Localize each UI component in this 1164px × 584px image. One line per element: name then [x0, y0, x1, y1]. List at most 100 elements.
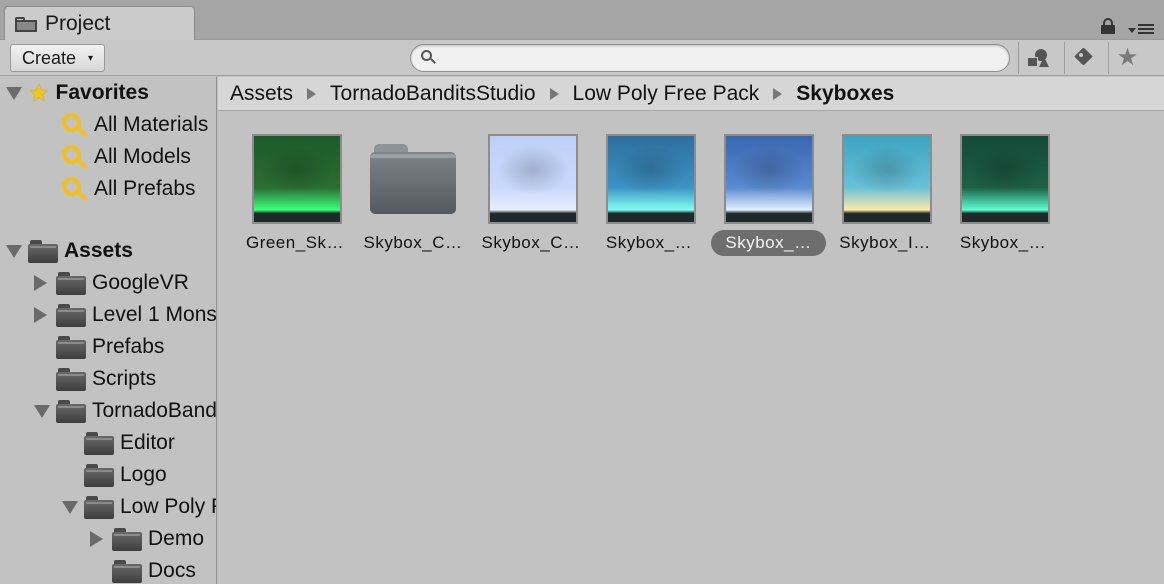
favorites-star-icon: ★	[28, 79, 50, 107]
tree-item-label: All Prefabs	[94, 177, 196, 200]
tree-item-label: Low Poly Free Pack	[120, 495, 216, 518]
breadcrumb-separator-icon	[549, 87, 559, 100]
tab-bar: Project	[0, 0, 1164, 40]
asset-grid: Green_Sk… Skybox_C… Skybox_C… Skybox_… Skybo…	[218, 112, 1164, 584]
asset-folder[interactable]: Skybox_C…	[354, 134, 472, 258]
tree-item-tornadobanditsstudio[interactable]: TornadoBanditsStudio	[34, 395, 217, 427]
folder-icon	[15, 16, 37, 32]
asset-label: Skybox_…	[711, 230, 826, 256]
tree-item-favorites[interactable]: ★ Favorites	[6, 77, 149, 109]
tree-item-label: All Models	[94, 145, 191, 168]
search-by-label-button[interactable]	[1064, 42, 1102, 74]
search-icon	[60, 175, 88, 203]
tree-item-assets[interactable]: Assets	[6, 235, 133, 267]
panel-menu-icon[interactable]	[1128, 22, 1156, 36]
search-input[interactable]	[443, 48, 993, 68]
asset-label: Skybox_C…	[481, 233, 581, 252]
tab-project[interactable]: Project	[4, 6, 195, 40]
folder-icon	[56, 303, 86, 327]
asset-skybox-material[interactable]: Skybox_…	[944, 134, 1062, 258]
tree-item-label: Level 1 Monsters	[92, 303, 217, 326]
collapse-arrow-icon[interactable]	[34, 275, 56, 291]
tree-item-prefabs[interactable]: Prefabs	[56, 331, 164, 363]
tree-item-all-materials[interactable]: All Materials	[60, 109, 208, 141]
folder-icon	[84, 431, 114, 455]
folder-icon	[112, 527, 142, 551]
folder-icon	[56, 399, 86, 423]
tree-item-logo[interactable]: Logo	[84, 459, 167, 491]
toolbar: Create ▾ ★	[0, 40, 1164, 76]
asset-label: Skybox_C…	[363, 233, 463, 252]
asset-type-icon	[1026, 49, 1049, 67]
breadcrumb-separator-icon	[773, 87, 783, 100]
tag-icon	[1073, 47, 1095, 69]
folder-icon	[56, 335, 86, 359]
skybox-thumbnail	[488, 134, 578, 224]
tree-item-demo[interactable]: Demo	[90, 523, 204, 555]
tree-item-low-poly-free-pack[interactable]: Low Poly Free Pack	[62, 491, 216, 523]
folder-icon	[112, 559, 142, 583]
search-icon	[60, 143, 88, 171]
tree-item-label: TornadoBanditsStudio	[92, 399, 217, 422]
tree-item-all-prefabs[interactable]: All Prefabs	[60, 173, 196, 205]
expand-arrow-icon[interactable]	[6, 244, 28, 258]
tree-item-level-1-monsters[interactable]: Level 1 Monsters	[34, 299, 217, 331]
tree-item-label: Demo	[148, 527, 205, 550]
caret-down-icon: ▾	[88, 52, 94, 64]
asset-skybox-material[interactable]: Skybox_…	[590, 134, 708, 258]
collapse-arrow-icon[interactable]	[34, 307, 56, 323]
star-icon: ★	[1116, 44, 1139, 71]
asset-skybox-material[interactable]: Skybox_I…	[826, 134, 944, 258]
skybox-thumbnail	[606, 134, 696, 224]
folder-icon	[84, 495, 114, 519]
folder-icon	[56, 367, 86, 391]
create-button[interactable]: Create ▾	[10, 44, 105, 72]
skybox-thumbnail	[960, 134, 1050, 224]
breadcrumb-separator-icon	[307, 87, 317, 100]
breadcrumb: Assets TornadoBanditsStudio Low Poly Fre…	[218, 77, 1164, 111]
breadcrumb-item-assets[interactable]: Assets	[230, 82, 293, 106]
tree-item-editor[interactable]: Editor	[84, 427, 175, 459]
tree-item-scripts[interactable]: Scripts	[56, 363, 156, 395]
asset-label: Skybox_I…	[839, 233, 931, 252]
search-by-type-button[interactable]	[1018, 42, 1056, 74]
collapse-arrow-icon[interactable]	[90, 531, 112, 547]
search-field[interactable]	[410, 44, 1010, 72]
tree-item-label: GoogleVR	[92, 271, 189, 294]
tree-item-label: All Materials	[94, 113, 209, 136]
tree-item-all-models[interactable]: All Models	[60, 141, 191, 173]
save-search-button[interactable]: ★	[1108, 42, 1146, 74]
asset-label: Skybox_…	[605, 233, 693, 252]
asset-label: Green_Sk…	[245, 233, 345, 252]
tree-item-label: Prefabs	[92, 335, 165, 358]
tree-item-label: Scripts	[92, 367, 157, 390]
folder-icon	[370, 144, 460, 216]
tree-item-label: Logo	[120, 463, 167, 486]
create-button-label: Create	[22, 47, 77, 68]
breadcrumb-item-tornadobanditsstudio[interactable]: TornadoBanditsStudio	[330, 82, 535, 106]
tree-item-docs[interactable]: Docs	[112, 555, 196, 584]
asset-skybox-material[interactable]: Green_Sk…	[236, 134, 354, 258]
asset-label: Skybox_…	[959, 233, 1047, 252]
project-tree: ★ Favorites All Materials All Models All…	[0, 77, 217, 584]
asset-skybox-material[interactable]: Skybox_…	[708, 134, 826, 258]
asset-skybox-material[interactable]: Skybox_C…	[472, 134, 590, 258]
folder-icon	[56, 271, 86, 295]
skybox-thumbnail	[252, 134, 342, 224]
search-icon	[60, 111, 88, 139]
expand-arrow-icon[interactable]	[6, 86, 28, 100]
search-icon	[421, 50, 436, 64]
tree-item-label: Assets	[64, 239, 133, 262]
skybox-thumbnail	[842, 134, 932, 224]
folder-icon	[28, 239, 58, 263]
folder-icon	[84, 463, 114, 487]
tab-label: Project	[45, 11, 111, 35]
tree-item-googlevr[interactable]: GoogleVR	[34, 267, 189, 299]
expand-arrow-icon[interactable]	[62, 500, 84, 514]
expand-arrow-icon[interactable]	[34, 404, 56, 418]
skybox-thumbnail	[724, 134, 814, 224]
breadcrumb-item-skyboxes[interactable]: Skyboxes	[796, 82, 894, 106]
breadcrumb-item-low-poly-free-pack[interactable]: Low Poly Free Pack	[573, 82, 760, 106]
tree-item-label: Favorites	[55, 81, 149, 104]
lock-icon[interactable]	[1101, 18, 1115, 34]
